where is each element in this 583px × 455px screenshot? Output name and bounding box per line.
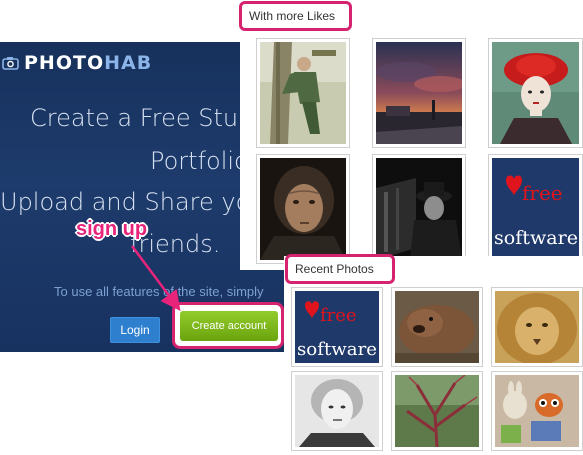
photo-bear [395, 291, 479, 363]
hero-headline-line1: Create a Free Stun [30, 104, 254, 132]
photo-old-woman [260, 158, 346, 260]
likes-photo-1[interactable] [256, 38, 350, 148]
logo-text-hab: HAB [104, 52, 153, 74]
photo-free-software-logo: free software [492, 158, 579, 260]
fs-logo-free-text-recent: free [320, 305, 357, 326]
photohab-logo[interactable]: PHOTOHAB [2, 52, 152, 74]
create-account-button[interactable]: Create account [180, 311, 278, 341]
sign-up-annotation: sign up [76, 218, 148, 240]
recent-photo-4[interactable] [291, 371, 383, 451]
photo-woman-red-hat [492, 42, 579, 144]
recent-photo-3[interactable] [491, 287, 583, 367]
photo-lion [495, 291, 579, 363]
hero-headline-line2: Portfolio [150, 147, 249, 175]
features-note: To use all features of the site, simply [54, 284, 264, 299]
fs-logo-software-text-recent: software [297, 339, 377, 360]
likes-photo-4[interactable] [256, 154, 350, 264]
likes-section-title: With more Likes [239, 1, 352, 31]
photo-tree-branches [395, 375, 479, 447]
photo-sunset-street [376, 42, 462, 144]
recent-photo-6[interactable] [491, 371, 583, 451]
login-button[interactable]: Login [110, 317, 160, 343]
recent-photo-1[interactable]: free software [291, 287, 383, 367]
photo-toys [495, 375, 579, 447]
recent-photo-2[interactable] [391, 287, 483, 367]
likes-photo-3[interactable] [488, 38, 583, 148]
photo-man-in-hat [376, 158, 462, 260]
fs-logo-software-text: software [494, 227, 578, 249]
likes-photo-2[interactable] [372, 38, 466, 148]
photo-woman-portrait [295, 375, 379, 447]
fs-logo-free-text: free [522, 181, 563, 205]
camera-icon [2, 57, 19, 70]
photo-free-software-logo-recent: free software [295, 291, 379, 363]
recent-section-title: Recent Photos [285, 254, 395, 284]
likes-photo-6[interactable]: free software [488, 154, 583, 264]
logo-text-photo: PHOTO [24, 52, 105, 74]
recent-photo-5[interactable] [391, 371, 483, 451]
photo-man-climbing-tree [260, 42, 346, 144]
hero-headline-line3: Upload and Share you [0, 188, 266, 216]
likes-photo-5[interactable] [372, 154, 466, 264]
